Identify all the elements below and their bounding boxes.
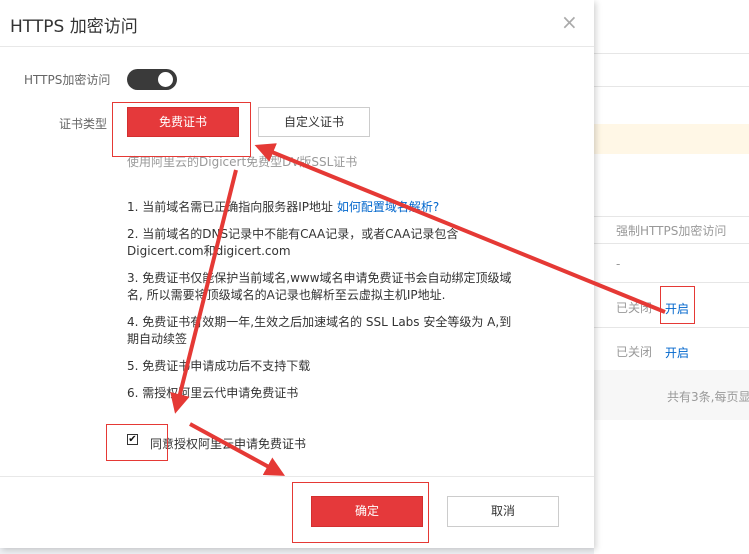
pagination-summary: 共有3条,每页显 (667, 390, 749, 404)
divider (594, 86, 749, 87)
https-dialog: HTTPS 加密访问 × HTTPS加密访问 证书类型 免费证书 自定义证书 使… (0, 0, 594, 548)
https-toggle[interactable] (127, 69, 177, 90)
note-1: 1. 当前域名需已正确指向服务器IP地址 如何配置域名解析? (127, 199, 527, 216)
footer-divider (0, 476, 594, 477)
custom-cert-button[interactable]: 自定义证书 (258, 107, 370, 137)
row1-value: - (616, 257, 621, 271)
close-icon[interactable]: × (561, 10, 578, 34)
cert-description: 使用阿里云的Digicert免费型DV版SSL证书 (127, 155, 358, 169)
row2-enable-link[interactable]: 开启 (665, 300, 689, 317)
https-label: HTTPS加密访问 (24, 73, 111, 87)
divider (594, 327, 749, 328)
confirm-button[interactable]: 确定 (311, 496, 423, 527)
divider (594, 282, 749, 283)
column-header-force-https: 强制HTTPS加密访问 (616, 224, 727, 238)
note-5: 5. 免费证书申请成功后不支持下载 (127, 359, 311, 373)
notice-bar (594, 124, 749, 154)
note-3: 3. 免费证书仅能保护当前域名,www域名申请免费证书会自动绑定顶级域名, 所以… (127, 271, 512, 302)
note-1-text: 1. 当前域名需已正确指向服务器IP地址 (127, 200, 337, 214)
free-cert-button[interactable]: 免费证书 (127, 107, 239, 137)
background-page: 强制HTTPS加密访问 - 已关闭 开启 已关闭 开启 共有3条,每页显 (594, 0, 749, 554)
configure-dns-link[interactable]: 如何配置域名解析? (337, 200, 439, 214)
divider (594, 216, 749, 217)
divider (594, 53, 749, 54)
note-2: 2. 当前域名的DNS记录中不能有CAA记录，或者CAA记录包含Digicert… (127, 227, 459, 258)
note-4: 4. 免费证书有效期一年,生效之后加速域名的 SSL Labs 安全等级为 A,… (127, 315, 512, 346)
note-6: 6. 需授权阿里云代申请免费证书 (127, 386, 299, 400)
row3-status: 已关闭 (616, 345, 653, 359)
row3-enable-link[interactable]: 开启 (665, 344, 689, 361)
cancel-button[interactable]: 取消 (447, 496, 559, 527)
toggle-knob (158, 72, 173, 87)
divider (594, 243, 749, 244)
cert-type-label: 证书类型 (59, 117, 108, 131)
dialog-title: HTTPS 加密访问 (10, 17, 138, 37)
header-divider (0, 46, 594, 47)
row2-status: 已关闭 (616, 301, 653, 315)
agree-checkbox[interactable]: ✔ (127, 434, 138, 445)
agree-label: 同意授权阿里云申请免费证书 (150, 437, 307, 451)
